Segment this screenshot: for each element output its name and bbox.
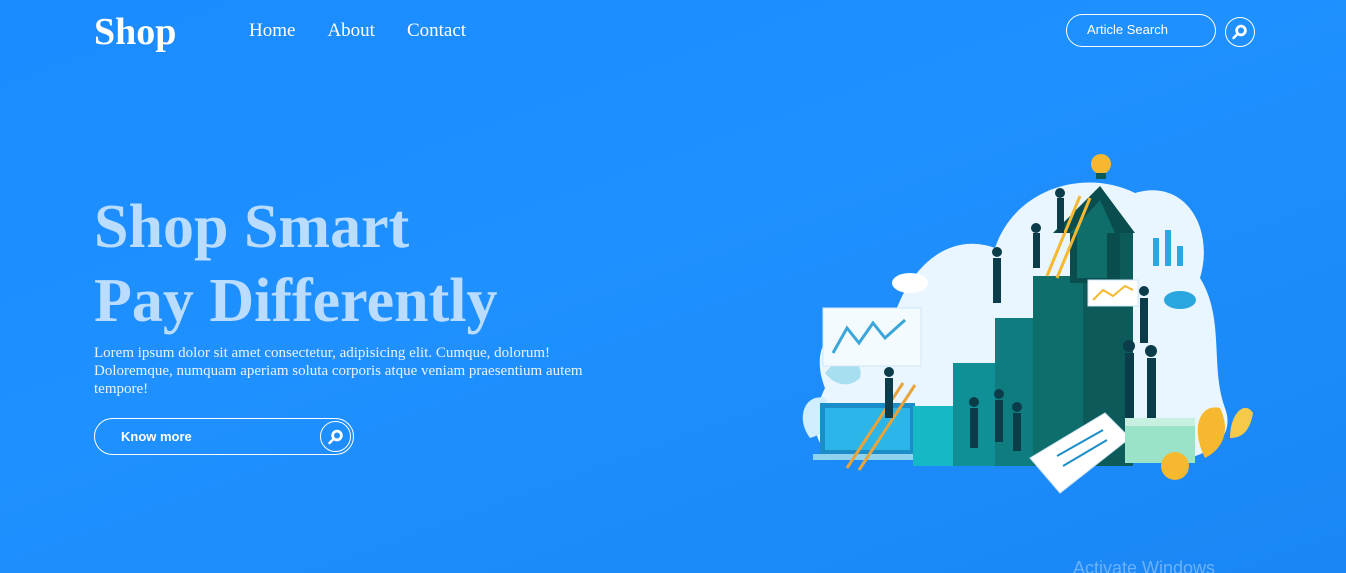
search-icon [1232, 24, 1247, 40]
coin [1161, 452, 1189, 480]
bar-icon-1 [1153, 238, 1159, 266]
bar-icon-3 [1177, 246, 1183, 266]
hero-title: Shop Smart Pay Differently [94, 190, 497, 338]
hero-title-line1: Shop Smart [94, 193, 410, 261]
os-activation-watermark: Activate Windows [1073, 558, 1216, 573]
search-button[interactable] [1225, 17, 1255, 47]
nav-link-about[interactable]: About [327, 19, 375, 43]
cloud-right [1164, 291, 1196, 309]
hero-title-line2: Pay Differently [94, 267, 498, 335]
know-more-search-button[interactable] [320, 421, 351, 452]
logo[interactable]: Shop [94, 10, 176, 54]
know-more-button[interactable]: Know more [94, 418, 354, 455]
nav-menu: Home About Contact [249, 19, 466, 43]
bar-icon-2 [1165, 230, 1171, 266]
nav-link-contact[interactable]: Contact [407, 19, 466, 43]
yellow-plant-2 [1230, 407, 1253, 438]
lightbulb [1091, 154, 1111, 174]
navbar: Shop Home About Contact Article Search [0, 0, 1346, 62]
article-search-input[interactable]: Article Search [1066, 14, 1216, 47]
chart-card-left [822, 307, 922, 367]
know-more-label: Know more [121, 429, 192, 444]
lightbulb-base [1096, 173, 1106, 179]
cloud-left [892, 273, 928, 293]
chart-card-right [1087, 279, 1139, 307]
money-stack-top [1125, 418, 1195, 426]
nav-link-home[interactable]: Home [249, 19, 295, 43]
yellow-plant-1 [1197, 407, 1225, 458]
hero-description: Lorem ipsum dolor sit amet consectetur, … [94, 345, 583, 397]
search-icon [327, 429, 343, 444]
growth-illustration [802, 154, 1253, 494]
